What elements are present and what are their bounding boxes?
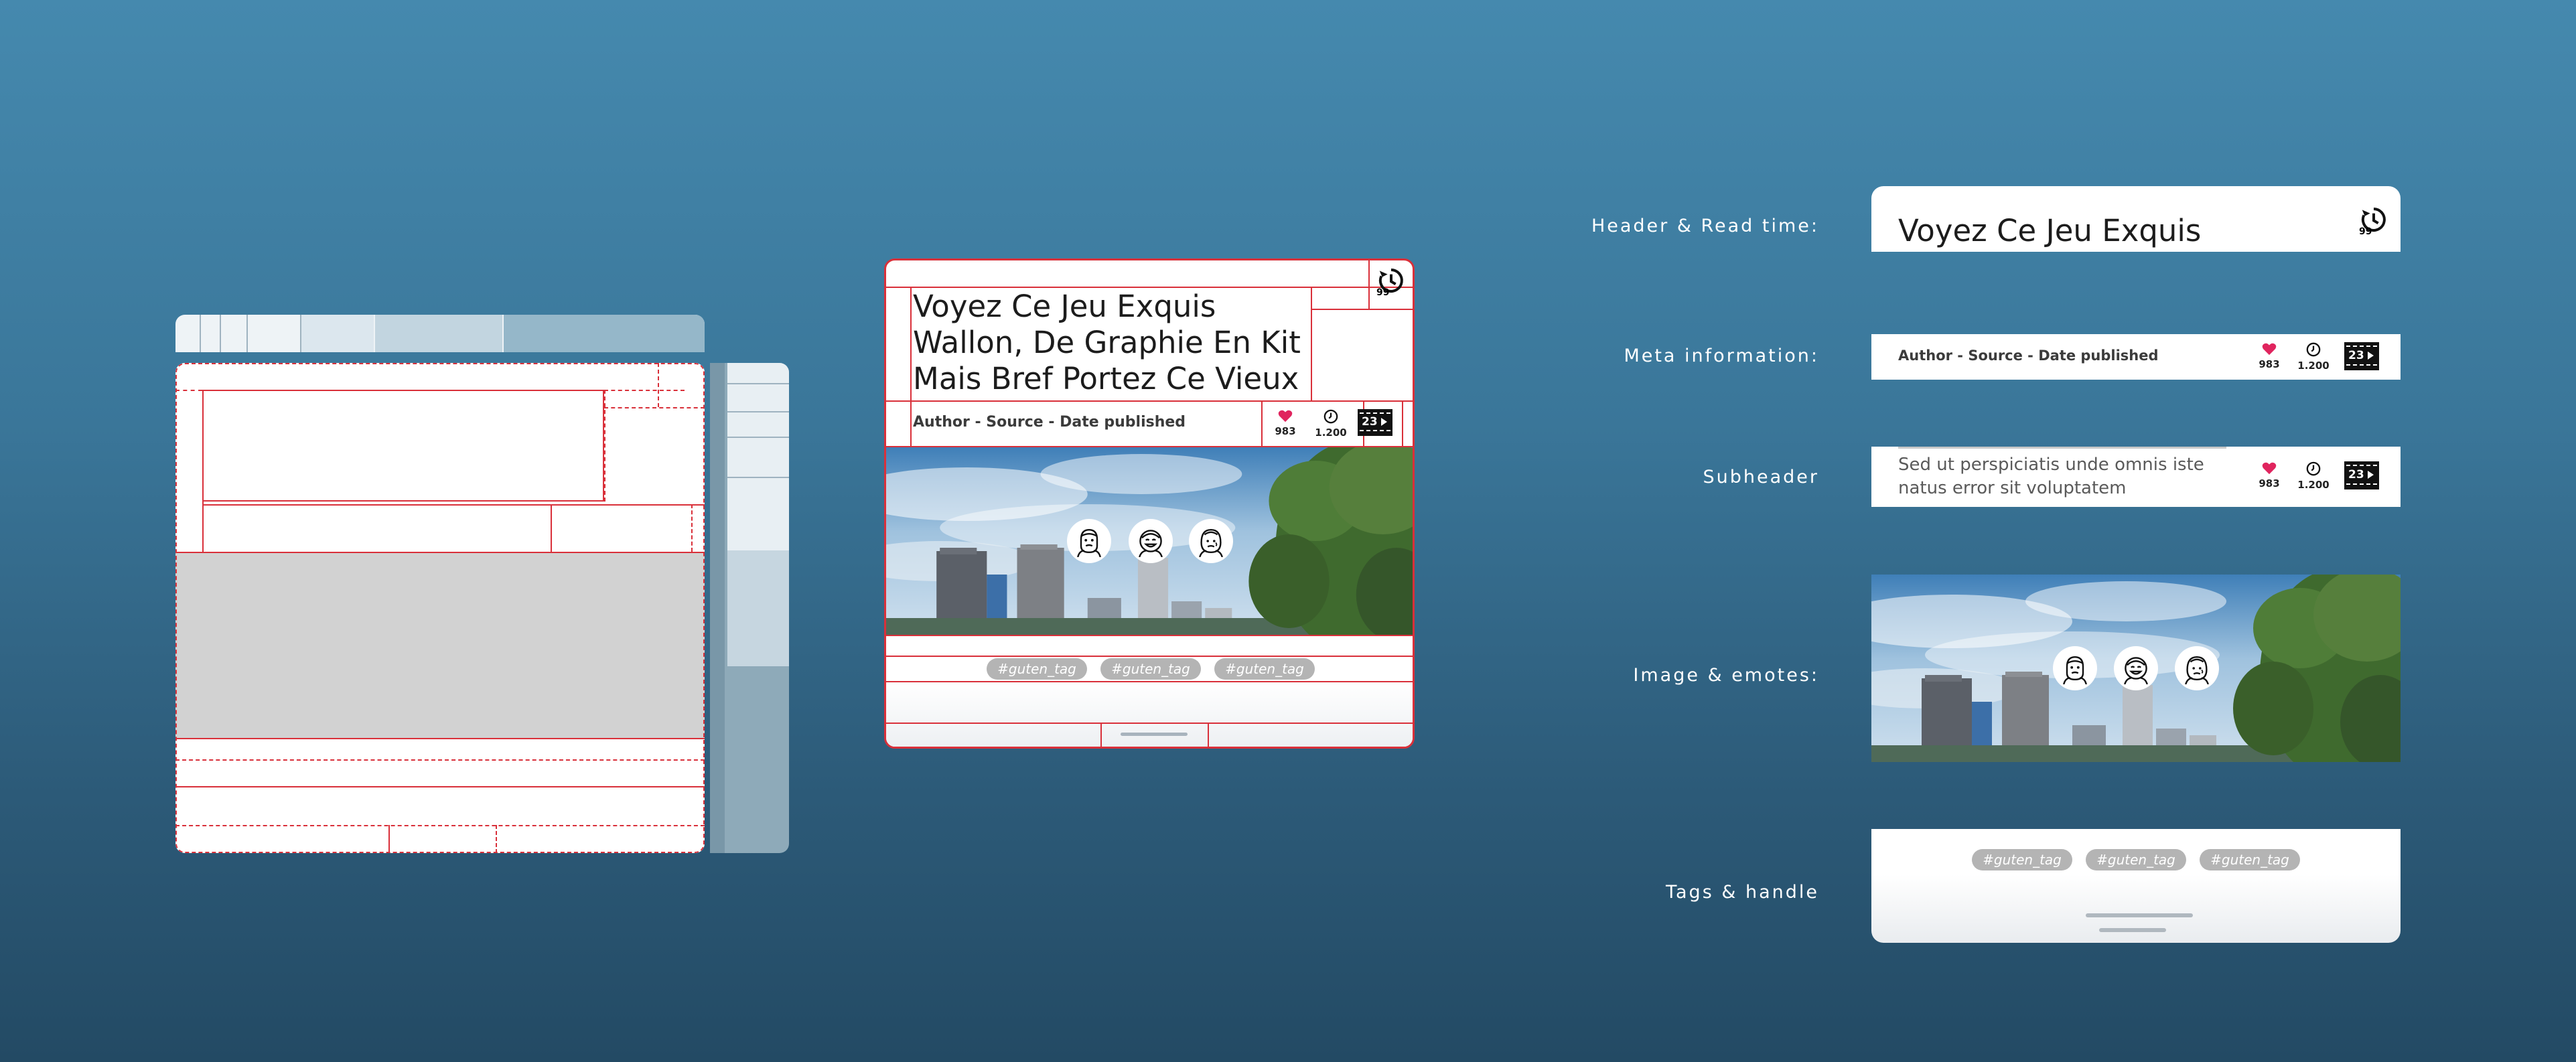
meta-info: Author - Source - Date published	[913, 414, 1186, 431]
subheader-text: Sed ut perspiciatis unde omnis iste natu…	[1898, 455, 2204, 498]
label-tags-handle: Tags & handle	[1665, 882, 1819, 903]
subheader-component: Sed ut perspiciatis unde omnis iste natu…	[1871, 447, 2401, 507]
emote-neutral[interactable]	[2053, 646, 2097, 690]
emote-happy-icon	[2120, 652, 2152, 684]
label-image-emotes: Image & emotes:	[1633, 665, 1819, 686]
comment-video-icon: 23	[2348, 468, 2364, 481]
heart-icon	[1278, 409, 1293, 423]
comments-stat[interactable]: 23	[2344, 342, 2379, 370]
emote-worried-icon	[1195, 525, 1227, 557]
views-stat[interactable]: 1.200	[2293, 342, 2334, 372]
likes-stat[interactable]: 983	[2255, 461, 2284, 489]
emote-worried-icon	[2181, 652, 2213, 684]
read-time-badge: 99	[1376, 267, 1406, 301]
emote-neutral[interactable]	[1067, 519, 1111, 563]
wireframe-tab-strip	[175, 315, 705, 352]
article-title: Voyez Ce Jeu Exquis Wallon, De Graphie E…	[913, 289, 1301, 397]
heart-icon	[2262, 461, 2277, 475]
clock-icon	[1323, 409, 1338, 424]
wireframe-card	[175, 363, 705, 853]
header-component: Voyez Ce Jeu Exquis 99	[1871, 186, 2401, 252]
tag-chip[interactable]: #guten_tag	[1100, 658, 1201, 680]
clock-icon	[2306, 342, 2321, 357]
header-title: Voyez Ce Jeu Exquis	[1898, 213, 2202, 248]
comments-stat[interactable]: 23	[1358, 409, 1392, 436]
drag-handle[interactable]	[1121, 733, 1188, 736]
drag-handle[interactable]	[2086, 913, 2193, 917]
tag-chip[interactable]: #guten_tag	[1214, 658, 1315, 680]
tag-chip[interactable]: #guten_tag	[987, 658, 1087, 680]
comments-stat[interactable]: 23	[2344, 461, 2379, 489]
emote-happy-icon	[1135, 525, 1167, 557]
meta-info: Author - Source - Date published	[1898, 348, 2159, 364]
views-stat[interactable]: 1.200	[2293, 461, 2334, 491]
title-line-1: Voyez Ce Jeu Exquis	[913, 289, 1216, 324]
label-subheader: Subheader	[1703, 467, 1819, 487]
tags-component: #guten_tag #guten_tag #guten_tag	[1871, 829, 2401, 943]
annotated-article-card: Voyez Ce Jeu Exquis Wallon, De Graphie E…	[884, 258, 1415, 749]
emote-worried[interactable]	[2175, 646, 2219, 690]
label-meta-information: Meta information:	[1624, 346, 1819, 366]
emote-neutral-icon	[2059, 652, 2091, 684]
views-stat[interactable]: 1.200	[1311, 409, 1351, 439]
emote-worried[interactable]	[1189, 519, 1233, 563]
comment-video-icon: 23	[2348, 349, 2364, 362]
emote-neutral-icon	[1073, 525, 1105, 557]
read-time-badge: 99	[2359, 206, 2388, 240]
title-line-2: Wallon, De Graphie En Kit	[913, 325, 1301, 360]
title-line-3: Mais Bref Portez Ce Vieux	[913, 361, 1299, 396]
likes-stat[interactable]: 983	[2255, 342, 2284, 370]
tag-chip[interactable]: #guten_tag	[2086, 849, 2186, 870]
likes-stat[interactable]: 983	[1271, 409, 1300, 437]
comment-video-icon: 23	[1362, 415, 1378, 429]
meta-component: Author - Source - Date published 983 1.2…	[1871, 334, 2401, 380]
emote-happy[interactable]	[1129, 519, 1173, 563]
heart-icon	[2262, 342, 2277, 356]
emote-happy[interactable]	[2114, 646, 2158, 690]
tag-chip[interactable]: #guten_tag	[2200, 849, 2300, 870]
tag-chip[interactable]: #guten_tag	[1972, 849, 2072, 870]
wireframe-side-panel	[710, 363, 789, 853]
label-header-read-time: Header & Read time:	[1591, 216, 1819, 236]
clock-icon	[2306, 461, 2321, 476]
